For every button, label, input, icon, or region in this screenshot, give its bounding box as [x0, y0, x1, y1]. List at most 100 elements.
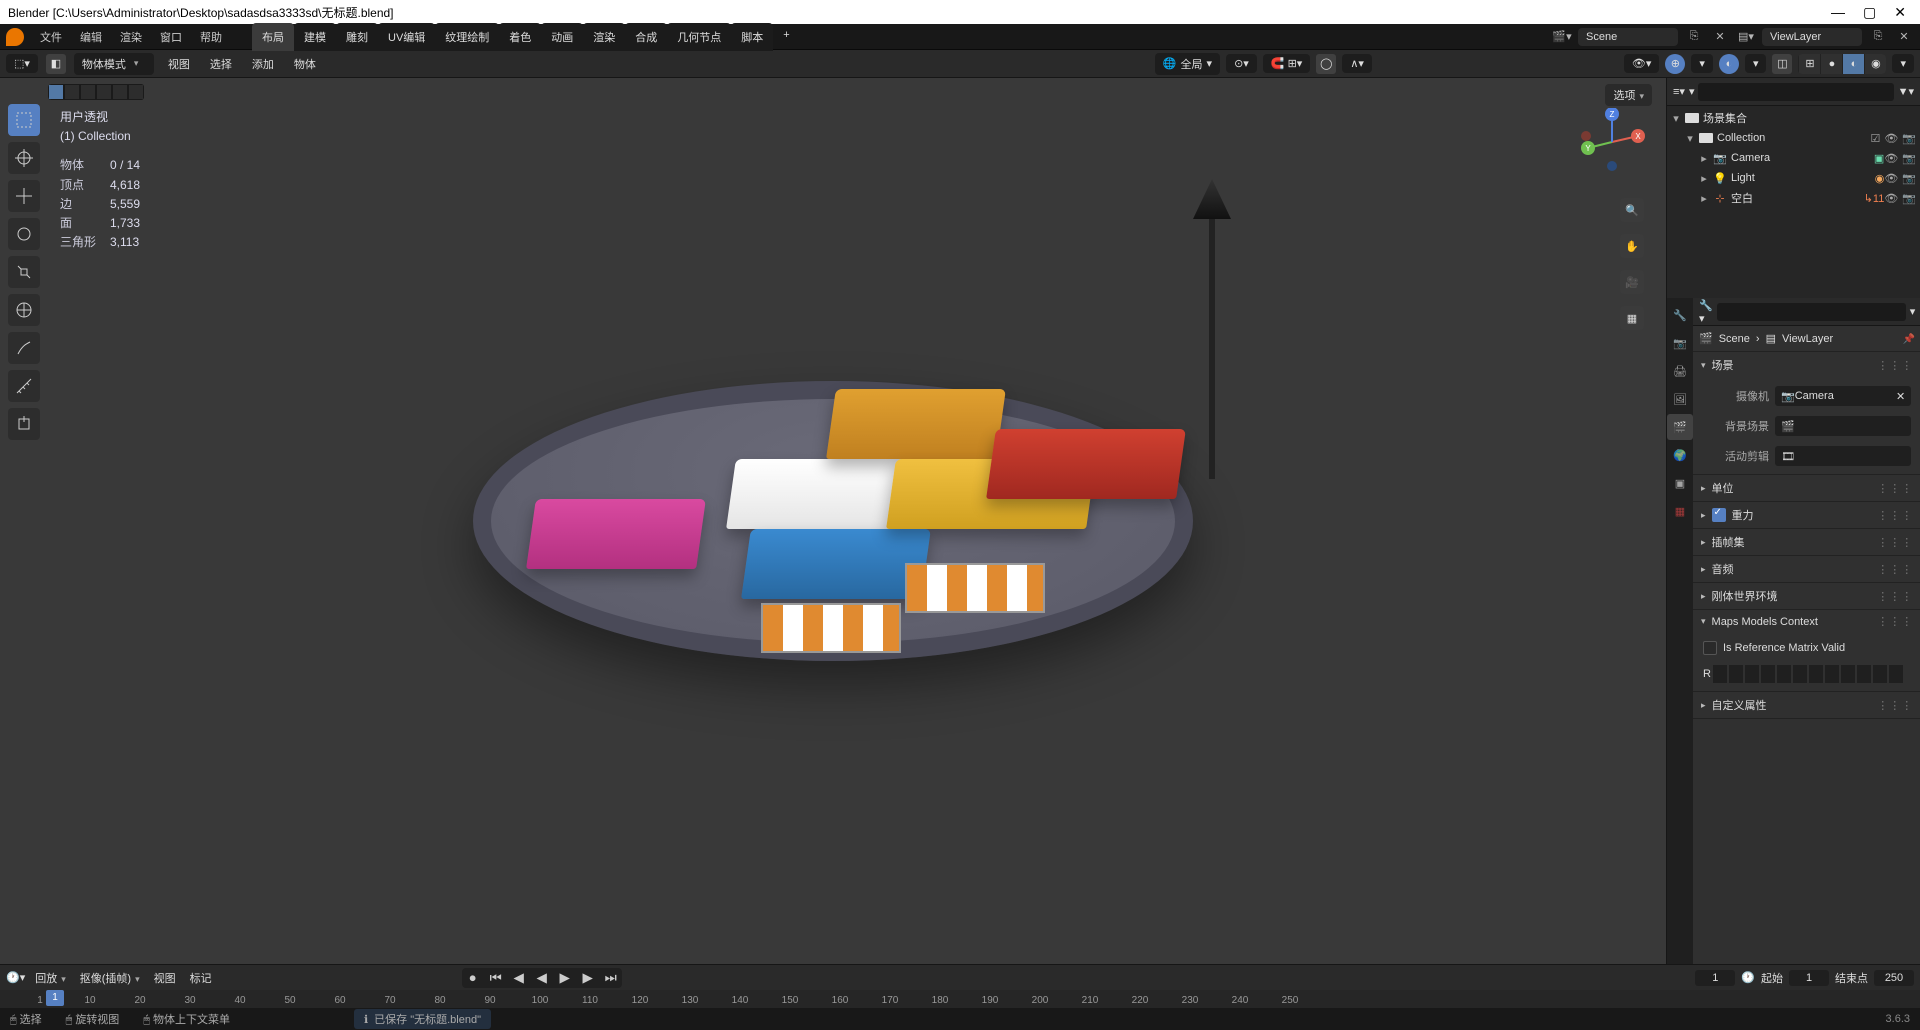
bg-scene-field[interactable]: 🎬: [1775, 416, 1911, 436]
panel-header-keying[interactable]: ▸插帧集⋮⋮⋮: [1693, 529, 1920, 555]
viewlayer-new-button[interactable]: ⎘: [1868, 27, 1888, 47]
workspace-tab[interactable]: 脚本: [731, 23, 773, 51]
menu-window[interactable]: 窗口: [158, 25, 184, 49]
matrix-cell[interactable]: [1729, 665, 1743, 683]
outliner-item-camera[interactable]: ▸ 📷 Camera ▣ 👁📷: [1667, 148, 1920, 168]
menu-render[interactable]: 渲染: [118, 25, 144, 49]
prop-tab-output[interactable]: 🖨: [1667, 358, 1693, 384]
panel-header-units[interactable]: ▸单位⋮⋮⋮: [1693, 475, 1920, 501]
menu-edit[interactable]: 编辑: [78, 25, 104, 49]
camera-field[interactable]: 📷 Camera✕: [1775, 386, 1911, 406]
orientation-dropdown[interactable]: 🌐 全局 ▾: [1155, 53, 1220, 75]
shading-rendered-icon[interactable]: ◉: [1864, 54, 1886, 74]
add-workspace-button[interactable]: +: [773, 23, 799, 51]
scene-name-field[interactable]: Scene: [1578, 28, 1678, 46]
breadcrumb-viewlayer[interactable]: ViewLayer: [1782, 333, 1833, 345]
proportional-falloff-dropdown[interactable]: ∧▾: [1342, 54, 1372, 73]
scene-new-button[interactable]: ⎘: [1684, 27, 1704, 47]
properties-options-icon[interactable]: ▾: [1910, 305, 1916, 318]
timeline-playback-menu[interactable]: 回放: [31, 967, 70, 989]
jump-last-button[interactable]: ⏭: [600, 968, 622, 988]
navigation-gizmo[interactable]: X Y Z: [1578, 108, 1646, 176]
panel-header-audio[interactable]: ▸音频⋮⋮⋮: [1693, 556, 1920, 582]
timeline-editor-type[interactable]: 🕐▾: [6, 971, 25, 984]
gizmo-dropdown[interactable]: ▾: [1691, 54, 1713, 73]
matrix-cell[interactable]: [1889, 665, 1903, 683]
outliner-collection[interactable]: ▾ Collection ☑👁📷: [1667, 128, 1920, 148]
prop-tab-texture[interactable]: ▦: [1667, 498, 1693, 524]
camera-view-icon[interactable]: 🎥: [1620, 270, 1644, 294]
current-frame-field[interactable]: 1: [1695, 970, 1735, 986]
prop-tab-render[interactable]: 📷: [1667, 330, 1693, 356]
matrix-cell[interactable]: [1777, 665, 1791, 683]
prop-tab-viewlayer[interactable]: 🖼: [1667, 386, 1693, 412]
close-button[interactable]: ✕: [1894, 4, 1906, 21]
visibility-dropdown[interactable]: 👁▾: [1624, 54, 1660, 73]
scene-browse-icon[interactable]: 🎬▾: [1552, 27, 1572, 47]
timeline-marker-menu[interactable]: 标记: [186, 967, 216, 989]
overlay-dropdown[interactable]: ▾: [1745, 54, 1767, 73]
shading-wireframe-icon[interactable]: ⊞: [1798, 54, 1820, 74]
matrix-cell[interactable]: [1857, 665, 1871, 683]
scene-delete-button[interactable]: ✕: [1710, 27, 1730, 47]
editor-type-dropdown[interactable]: ⬚▾: [6, 54, 38, 73]
outliner-scene-collection[interactable]: ▾ 场景集合: [1667, 108, 1920, 128]
workspace-tab[interactable]: 雕刻: [336, 23, 378, 51]
preview-range-icon[interactable]: 🕐: [1741, 971, 1755, 984]
panel-header-rigidbody[interactable]: ▸刚体世界环境⋮⋮⋮: [1693, 583, 1920, 609]
viewport-menu-add[interactable]: 添加: [246, 53, 280, 75]
prop-tab-scene[interactable]: 🎬: [1667, 414, 1693, 440]
pin-icon[interactable]: [1903, 333, 1915, 345]
matrix-cell[interactable]: [1761, 665, 1775, 683]
gizmo-toggle-icon[interactable]: ⊕: [1665, 54, 1685, 74]
workspace-tab[interactable]: 着色: [499, 23, 541, 51]
ref-matrix-checkbox[interactable]: [1703, 641, 1717, 655]
matrix-cell[interactable]: [1825, 665, 1839, 683]
timeline-keying-menu[interactable]: 抠像(插帧): [76, 967, 144, 989]
autokey-button[interactable]: ●: [462, 968, 484, 988]
matrix-cell[interactable]: [1809, 665, 1823, 683]
viewport-menu-view[interactable]: 视图: [162, 53, 196, 75]
panel-header-custom[interactable]: ▸自定义属性⋮⋮⋮: [1693, 692, 1920, 718]
gravity-checkbox[interactable]: [1712, 508, 1726, 522]
workspace-tab[interactable]: UV编辑: [378, 23, 435, 51]
panel-header-scene[interactable]: ▾场景⋮⋮⋮: [1693, 352, 1920, 378]
menu-file[interactable]: 文件: [38, 25, 64, 49]
workspace-tab[interactable]: 布局: [252, 23, 294, 51]
viewport-menu-object[interactable]: 物体: [288, 53, 322, 75]
shading-material-icon[interactable]: ◐: [1842, 54, 1864, 74]
mode-dropdown[interactable]: 物体模式: [74, 53, 154, 75]
menu-help[interactable]: 帮助: [198, 25, 224, 49]
shading-solid-icon[interactable]: ●: [1820, 54, 1842, 74]
prop-tab-collection[interactable]: ▣: [1667, 470, 1693, 496]
prop-tab-world[interactable]: 🌍: [1667, 442, 1693, 468]
proportional-edit-icon[interactable]: ◯: [1316, 54, 1336, 74]
matrix-cell[interactable]: [1841, 665, 1855, 683]
perspective-toggle-icon[interactable]: ▦: [1620, 306, 1644, 330]
properties-search-input[interactable]: [1717, 303, 1906, 321]
start-frame-field[interactable]: 1: [1789, 970, 1829, 986]
outliner-search-input[interactable]: [1698, 83, 1893, 101]
outliner-item-empty[interactable]: ▸ ⊹ 空白 ↳11 👁📷: [1667, 188, 1920, 208]
workspace-tab[interactable]: 几何节点: [667, 23, 731, 51]
active-clip-field[interactable]: 🎞: [1775, 446, 1911, 466]
properties-editor-type[interactable]: 🔧▾: [1699, 299, 1713, 325]
matrix-cell[interactable]: [1793, 665, 1807, 683]
timeline-playhead[interactable]: 1: [46, 990, 64, 1006]
end-frame-field[interactable]: 250: [1874, 970, 1914, 986]
viewlayer-name-field[interactable]: ViewLayer: [1762, 28, 1862, 46]
timeline-ruler[interactable]: 1 11020304050607080901001101201301401501…: [0, 990, 1920, 1008]
matrix-cell[interactable]: [1745, 665, 1759, 683]
matrix-cell[interactable]: [1873, 665, 1887, 683]
interaction-icon[interactable]: ◧: [46, 54, 66, 74]
pivot-dropdown[interactable]: ⊙▾: [1226, 54, 1257, 73]
maximize-button[interactable]: ▢: [1863, 4, 1876, 21]
workspace-tab[interactable]: 建模: [294, 23, 336, 51]
next-keyframe-button[interactable]: ▶: [577, 968, 599, 988]
viewport-menu-select[interactable]: 选择: [204, 53, 238, 75]
blender-logo-icon[interactable]: [6, 28, 24, 46]
outliner-item-light[interactable]: ▸ 💡 Light ◉ 👁📷: [1667, 168, 1920, 188]
prop-tab-tool[interactable]: 🔧: [1667, 302, 1693, 328]
viewlayer-browse-icon[interactable]: ▤▾: [1736, 27, 1756, 47]
snap-dropdown[interactable]: 🧲 ⊞▾: [1263, 54, 1311, 73]
